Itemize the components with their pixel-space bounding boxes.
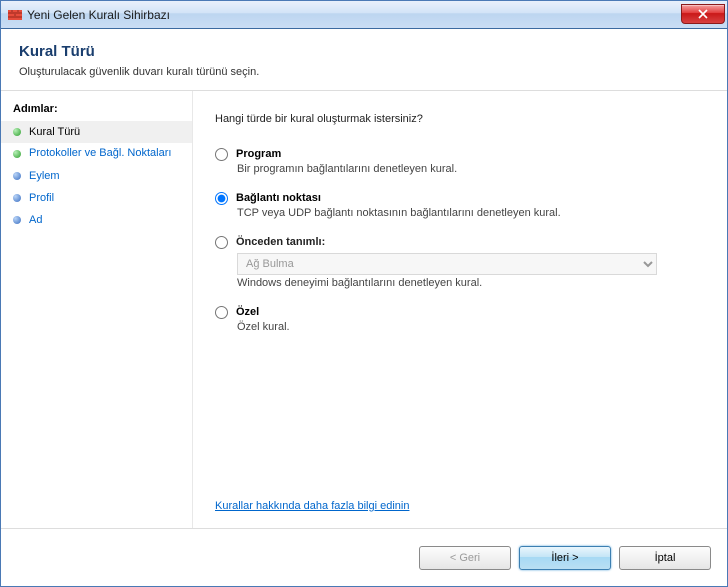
option-custom-desc: Özel kural. [237, 321, 709, 333]
step-label: Kural Türü [29, 126, 80, 138]
window-title: Yeni Gelen Kuralı Sihirbazı [27, 8, 681, 22]
page-description: Oluşturulacak güvenlik duvarı kuralı tür… [19, 66, 709, 78]
step-bullet-icon [13, 216, 21, 224]
close-button[interactable] [681, 4, 725, 24]
step-protocols-ports[interactable]: Protokoller ve Bağl. Noktaları [1, 143, 192, 165]
firewall-icon [7, 7, 23, 23]
step-label: Ad [29, 214, 42, 226]
close-icon [698, 9, 708, 19]
page-title: Kural Türü [19, 43, 709, 60]
option-custom-row[interactable]: Özel [215, 305, 709, 319]
option-predefined-desc: Windows deneyimi bağlantılarını denetley… [237, 277, 709, 289]
step-bullet-icon [13, 128, 21, 136]
option-port-desc: TCP veya UDP bağlantı noktasının bağlant… [237, 207, 709, 219]
learn-more-link[interactable]: Kurallar hakkında daha fazla bilgi edini… [215, 500, 709, 512]
option-program-title: Program [236, 148, 281, 160]
option-port: Bağlantı noktası TCP veya UDP bağlantı n… [215, 191, 709, 219]
wizard-window: Yeni Gelen Kuralı Sihirbazı Kural Türü O… [0, 0, 728, 587]
step-rule-type[interactable]: Kural Türü [1, 121, 192, 143]
back-button: < Geri [419, 546, 511, 570]
option-program-row[interactable]: Program [215, 147, 709, 161]
option-predefined-row[interactable]: Önceden tanımlı: [215, 235, 709, 249]
wizard-body: Adımlar: Kural Türü Protokoller ve Bağl.… [1, 90, 727, 528]
cancel-button[interactable]: İptal [619, 546, 711, 570]
step-bullet-icon [13, 172, 21, 180]
titlebar: Yeni Gelen Kuralı Sihirbazı [1, 1, 727, 29]
steps-heading: Adımlar: [1, 99, 192, 121]
wizard-footer: < Geri İleri > İptal [1, 528, 727, 586]
radio-predefined[interactable] [215, 236, 228, 249]
content-prompt: Hangi türde bir kural oluşturmak istersi… [215, 113, 709, 125]
option-predefined: Önceden tanımlı: Ağ Bulma Windows deneyi… [215, 235, 709, 289]
content-area: Hangi türde bir kural oluşturmak istersi… [193, 91, 727, 528]
radio-port[interactable] [215, 192, 228, 205]
option-custom: Özel Özel kural. [215, 305, 709, 333]
wizard-header: Kural Türü Oluşturulacak güvenlik duvarı… [1, 29, 727, 90]
option-program-desc: Bir programın bağlantılarını denetleyen … [237, 163, 709, 175]
step-label: Protokoller ve Bağl. Noktaları [29, 147, 171, 160]
option-predefined-title: Önceden tanımlı: [236, 236, 325, 248]
option-port-title: Bağlantı noktası [236, 192, 321, 204]
next-button[interactable]: İleri > [519, 546, 611, 570]
radio-program[interactable] [215, 148, 228, 161]
option-port-row[interactable]: Bağlantı noktası [215, 191, 709, 205]
option-custom-title: Özel [236, 306, 259, 318]
step-profile[interactable]: Profil [1, 187, 192, 209]
steps-sidebar: Adımlar: Kural Türü Protokoller ve Bağl.… [1, 91, 193, 528]
predefined-select: Ağ Bulma [237, 253, 657, 275]
step-bullet-icon [13, 150, 21, 158]
step-name[interactable]: Ad [1, 209, 192, 231]
step-action[interactable]: Eylem [1, 165, 192, 187]
step-bullet-icon [13, 194, 21, 202]
step-label: Profil [29, 192, 54, 204]
option-program: Program Bir programın bağlantılarını den… [215, 147, 709, 175]
step-label: Eylem [29, 170, 60, 182]
radio-custom[interactable] [215, 306, 228, 319]
